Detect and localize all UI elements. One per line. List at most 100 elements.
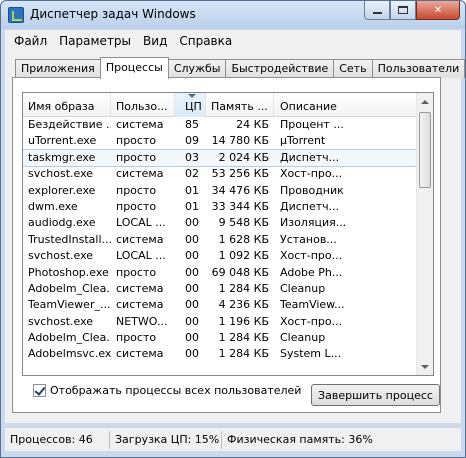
row-image-name: taskmgr.exe <box>28 150 96 164</box>
process-row[interactable]: Adobelm_Clea... просто 00 1 284 КБ Cleanup <box>23 330 418 346</box>
row-memory: 1 284 КБ <box>218 281 269 295</box>
process-row[interactable]: TrustedInstall... система 00 1 628 КБ Устано… <box>23 232 418 248</box>
minimize-icon <box>372 12 382 14</box>
scroll-up-button[interactable] <box>417 93 433 110</box>
minimize-button[interactable] <box>364 1 390 20</box>
row-user: просто <box>116 199 157 213</box>
tab-services[interactable]: Службы <box>167 59 227 78</box>
row-user: система <box>116 118 164 131</box>
process-row[interactable]: svchost.exe система 02 53 256 КБ Хост-про... <box>23 166 418 182</box>
row-image-name: Adobelm_Clea... <box>28 331 111 345</box>
row-memory: 1 284 КБ <box>218 331 269 345</box>
menu-help[interactable]: Справка <box>179 34 232 48</box>
row-memory: 33 344 КБ <box>211 199 269 213</box>
row-user: система <box>116 298 164 312</box>
process-row[interactable]: svchost.exe LOCAL ... 00 1 092 КБ Хост-про..… <box>23 248 418 264</box>
task-manager-app-icon <box>8 7 24 23</box>
caption-buttons: ✕ <box>364 1 460 20</box>
row-user: система <box>116 232 164 246</box>
scroll-thumb[interactable] <box>419 112 431 188</box>
process-row[interactable]: dwm.exe просто 01 33 344 КБ Диспетч... <box>23 199 418 215</box>
end-process-button[interactable]: Завершить процесс <box>311 384 440 406</box>
row-user: просто <box>116 183 157 197</box>
row-user: LOCAL ... <box>116 216 166 230</box>
column-cpu[interactable]: ЦП <box>175 93 206 117</box>
row-user: NETWO... <box>116 314 168 328</box>
row-memory: 1 196 КБ <box>218 314 269 328</box>
row-cpu: 85 <box>185 118 199 131</box>
tab-users[interactable]: Пользователи <box>371 59 466 78</box>
process-row[interactable]: Photoshop.exe просто 00 69 048 КБ Adobe Ph..… <box>23 265 418 281</box>
row-image-name: Бездействие ... <box>28 118 111 131</box>
column-memory[interactable]: Память ... <box>206 93 274 117</box>
main-content: Приложения Процессы Службы Быстродействие Се… <box>5 51 466 423</box>
row-user: просто <box>116 150 157 164</box>
status-cpu-usage: Загрузка ЦП: 15% <box>110 430 222 449</box>
row-user: система <box>116 281 164 295</box>
row-cpu: 00 <box>185 249 199 263</box>
row-description: Cleanup <box>280 331 326 345</box>
row-image-name: svchost.exe <box>28 314 94 328</box>
row-memory: 24 КБ <box>236 118 269 131</box>
process-row[interactable]: svchost.exe NETWO... 00 1 196 КБ Хост-про... <box>23 314 418 330</box>
row-memory: 1 284 КБ <box>218 347 269 361</box>
row-description: Cleanup <box>280 281 326 295</box>
show-all-processes-option[interactable]: Отображать процессы всех пользователей <box>33 384 301 397</box>
tab-networking[interactable]: Сеть <box>333 59 373 78</box>
row-memory: 2 024 КБ <box>218 150 269 164</box>
close-button[interactable]: ✕ <box>416 1 460 20</box>
row-cpu: 00 <box>185 347 199 361</box>
process-list: Имя образа Пользо... ЦП Память ... Описа… <box>22 92 434 376</box>
row-cpu: 01 <box>185 199 199 213</box>
menu-view[interactable]: Вид <box>143 34 167 48</box>
row-memory: 14 780 КБ <box>211 134 269 148</box>
process-row[interactable]: Adobelm_Clea... система 00 1 284 КБ Cleanup <box>23 281 418 297</box>
task-manager-window: Диспетчер задач Windows ✕ Файл Параметры… <box>0 0 466 458</box>
process-row[interactable]: Бездействие ... система 85 24 КБ Процент ... <box>23 117 418 133</box>
menu-file[interactable]: Файл <box>14 34 47 48</box>
vertical-scrollbar[interactable] <box>416 93 433 375</box>
scroll-down-button[interactable] <box>417 358 433 375</box>
row-description: TeamView... <box>280 298 345 312</box>
row-cpu: 00 <box>185 232 199 246</box>
row-description: Диспетч... <box>280 199 340 213</box>
row-cpu: 01 <box>185 183 199 197</box>
process-row[interactable]: audiodg.exe LOCAL ... 00 9 548 КБ Изоляция..… <box>23 215 418 231</box>
row-user: просто <box>116 134 157 148</box>
row-image-name: TeamViewer_... <box>28 298 111 312</box>
row-image-name: TrustedInstall... <box>28 232 111 246</box>
menu-options[interactable]: Параметры <box>59 34 131 48</box>
show-all-processes-checkbox[interactable] <box>33 384 46 397</box>
process-row[interactable]: taskmgr.exe просто 03 2 024 КБ Диспетч... <box>23 148 419 168</box>
process-row[interactable]: TeamViewer_... система 00 4 236 КБ TeamView.… <box>23 297 418 313</box>
tab-processes[interactable]: Процессы <box>99 57 169 79</box>
process-row[interactable]: Adobelmsvc.exe система 00 1 284 КБ System L.… <box>23 346 418 362</box>
column-cpu-label: ЦП <box>185 100 202 113</box>
row-description: Установ... <box>280 232 337 246</box>
tab-applications[interactable]: Приложения <box>15 59 101 78</box>
row-memory: 53 256 КБ <box>211 167 269 181</box>
tab-performance[interactable]: Быстродействие <box>225 59 335 78</box>
row-memory: 1 092 КБ <box>218 249 269 263</box>
row-description: Проводник <box>280 183 344 197</box>
column-description[interactable]: Описание <box>274 93 418 117</box>
tab-strip: Приложения Процессы Службы Быстродействие Се… <box>15 57 466 79</box>
maximize-button[interactable] <box>390 1 416 20</box>
row-user: просто <box>116 331 157 345</box>
row-image-name: Adobelm_Clea... <box>28 281 111 295</box>
row-image-name: Photoshop.exe <box>28 265 109 279</box>
column-image-name[interactable]: Имя образа <box>23 93 111 117</box>
row-user: система <box>116 167 164 181</box>
title-bar[interactable]: Диспетчер задач Windows ✕ <box>1 1 465 29</box>
column-user[interactable]: Пользо... <box>111 93 175 117</box>
row-image-name: explorer.exe <box>28 183 96 197</box>
menu-bar: Файл Параметры Вид Справка <box>5 30 461 51</box>
row-memory: 4 236 КБ <box>218 298 269 312</box>
process-rows: Бездействие ... система 85 24 КБ Процент ...… <box>23 117 419 363</box>
row-cpu: 00 <box>185 331 199 345</box>
process-row[interactable]: uTorrent.exe просто 09 14 780 КБ µTorrent <box>23 133 418 149</box>
row-cpu: 09 <box>185 134 199 148</box>
row-cpu: 00 <box>185 265 199 279</box>
process-row[interactable]: explorer.exe просто 01 34 476 КБ Проводник <box>23 183 418 199</box>
row-image-name: Adobelmsvc.exe <box>28 347 111 361</box>
